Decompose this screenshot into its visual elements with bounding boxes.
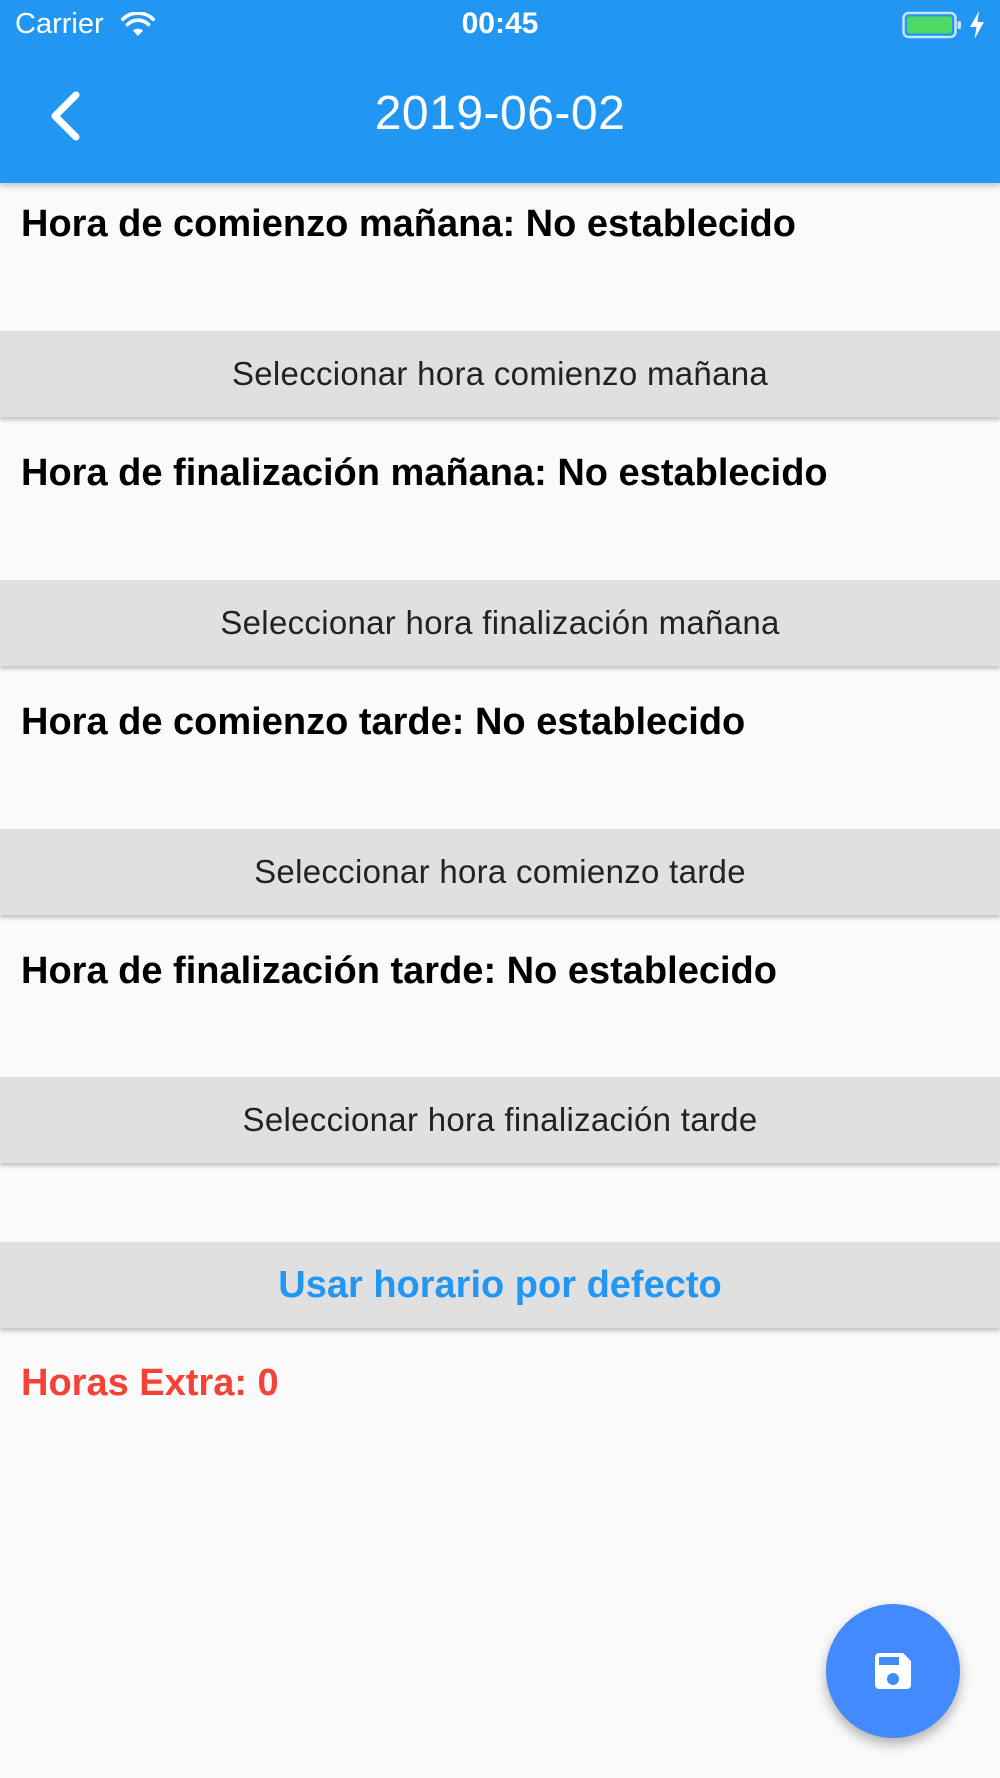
battery-icon bbox=[902, 11, 961, 39]
save-icon bbox=[875, 1653, 911, 1689]
afternoon-end-label: Hora de finalización tarde: No estableci… bbox=[21, 950, 777, 992]
use-default-schedule-button[interactable]: Usar horario por defecto bbox=[0, 1242, 1000, 1328]
app-bar: Carrier 00:45 2019-06-02 bbox=[0, 0, 1000, 183]
status-bar: Carrier 00:45 bbox=[0, 0, 1000, 50]
select-morning-start-button[interactable]: Seleccionar hora comienzo mañana bbox=[0, 331, 1000, 417]
extra-hours-label: Horas Extra: 0 bbox=[21, 1362, 279, 1404]
save-fab-button[interactable] bbox=[826, 1604, 960, 1738]
morning-end-label: Hora de finalización mañana: No establec… bbox=[21, 452, 828, 494]
select-afternoon-end-button[interactable]: Seleccionar hora finalización tarde bbox=[0, 1077, 1000, 1163]
page-title: 2019-06-02 bbox=[374, 87, 626, 140]
select-morning-end-button[interactable]: Seleccionar hora finalización mañana bbox=[0, 580, 1000, 666]
status-time: 00:45 bbox=[461, 7, 539, 40]
morning-start-label: Hora de comienzo mañana: No establecido bbox=[21, 203, 796, 245]
charging-icon bbox=[970, 11, 984, 39]
afternoon-start-label: Hora de comienzo tarde: No establecido bbox=[21, 701, 746, 743]
select-afternoon-start-button[interactable]: Seleccionar hora comienzo tarde bbox=[0, 829, 1000, 915]
